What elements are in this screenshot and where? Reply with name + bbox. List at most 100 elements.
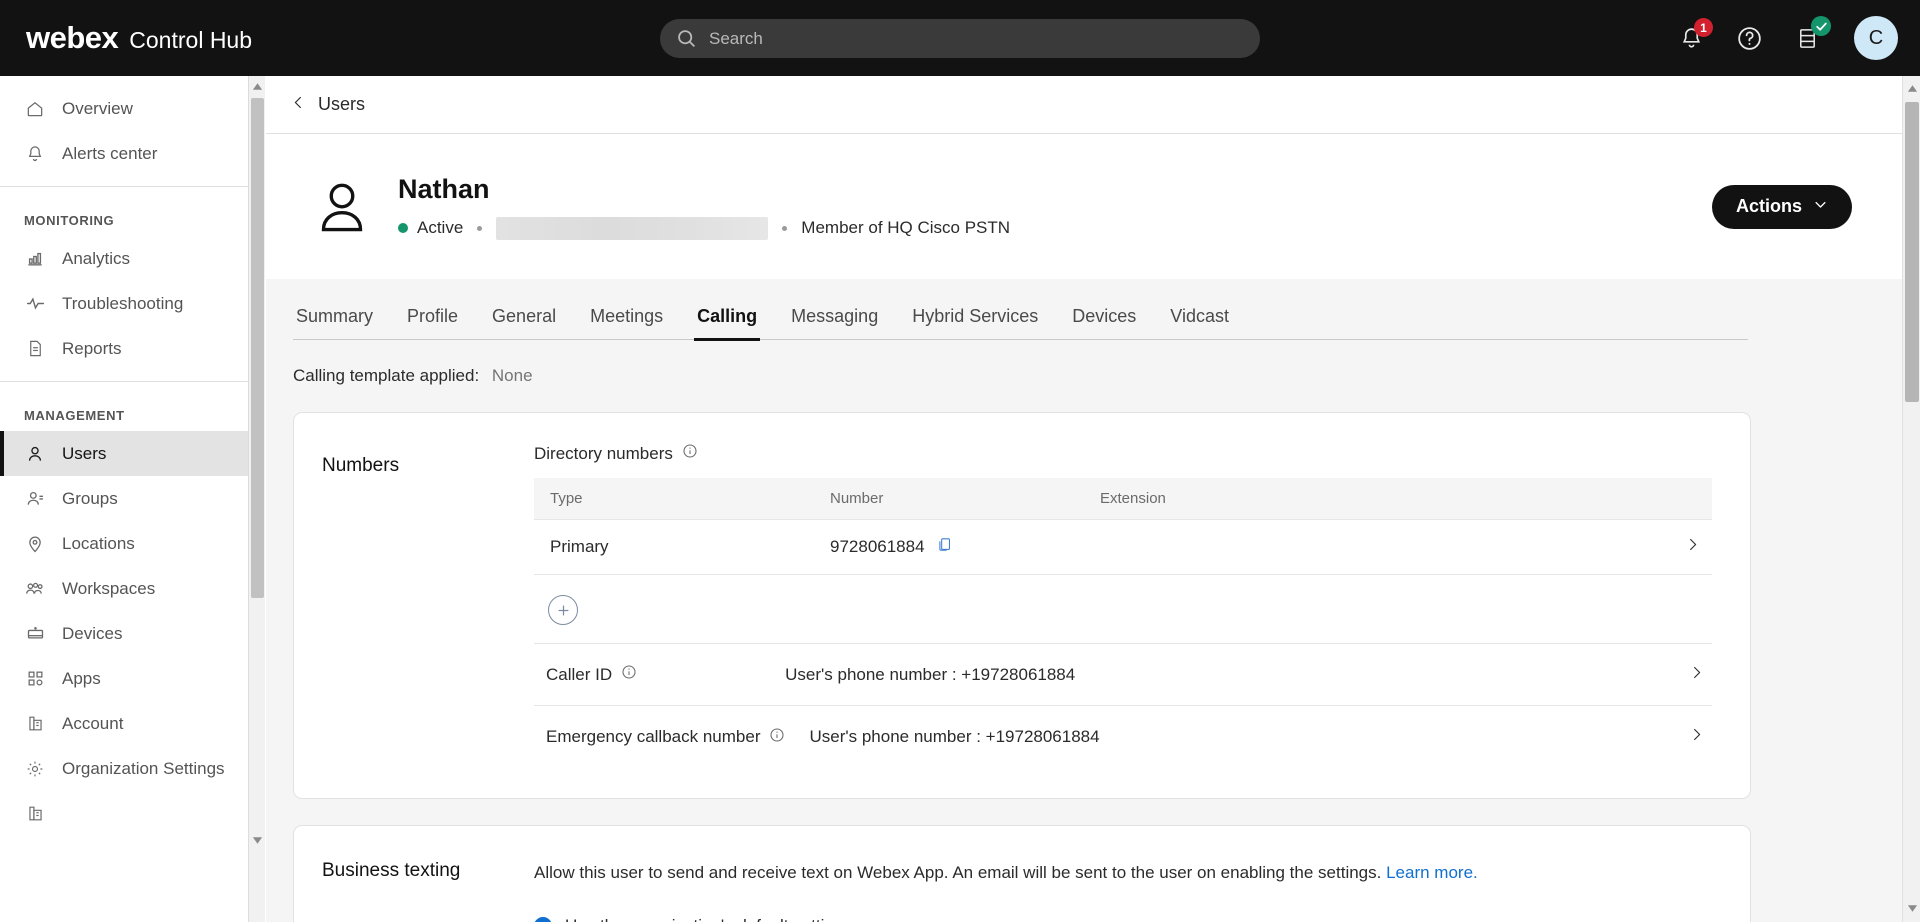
sidebar-item-label: Locations bbox=[62, 533, 135, 553]
actions-button[interactable]: Actions bbox=[1711, 184, 1852, 229]
status-dot-icon bbox=[398, 223, 408, 233]
building-partial-icon bbox=[24, 803, 46, 825]
top-bar-actions: 1 C bbox=[1674, 0, 1898, 76]
info-icon[interactable] bbox=[621, 664, 637, 685]
building-icon bbox=[24, 713, 46, 735]
sidebar-item-users[interactable]: Users bbox=[0, 431, 248, 476]
sidebar-item-label: Overview bbox=[62, 98, 133, 118]
tab-meetings[interactable]: Meetings bbox=[587, 306, 666, 339]
user-identity: Nathan Active Member of HQ Cisco PSTN bbox=[398, 174, 1010, 240]
tab-calling[interactable]: Calling bbox=[694, 306, 761, 341]
notification-badge: 1 bbox=[1694, 18, 1713, 37]
learn-more-link[interactable]: Learn more. bbox=[1386, 863, 1478, 882]
tab-devices[interactable]: Devices bbox=[1069, 306, 1139, 339]
table-header: Type Number Extension bbox=[534, 478, 1712, 520]
main-scroll-down-icon[interactable] bbox=[1903, 898, 1920, 918]
sidebar-item-devices[interactable]: Devices bbox=[0, 611, 248, 656]
tasks-complete-badge bbox=[1811, 16, 1831, 36]
caller-id-value: User's phone number : +19728061884 bbox=[785, 664, 1076, 684]
breadcrumb-label: Users bbox=[318, 94, 366, 114]
caller-id-chevron[interactable] bbox=[1689, 665, 1712, 685]
info-icon[interactable] bbox=[682, 443, 698, 464]
sidebar-item-apps[interactable]: Apps bbox=[0, 656, 248, 701]
sidebar-item-organization-settings[interactable]: Organization Settings bbox=[0, 746, 248, 791]
business-texting-option-label: Use the organization's default setting bbox=[565, 916, 843, 922]
avatar[interactable]: C bbox=[1854, 16, 1898, 60]
gear-icon bbox=[24, 758, 46, 780]
main-scrollbar[interactable] bbox=[1902, 76, 1920, 922]
sidebar-item-troubleshooting[interactable]: Troubleshooting bbox=[0, 281, 248, 326]
sidebar-group-top: Overview Alerts center bbox=[0, 76, 248, 186]
caller-id-label: Caller ID bbox=[546, 664, 613, 684]
tab-summary[interactable]: Summary bbox=[293, 306, 376, 339]
caller-id-row[interactable]: Caller ID User's phone number : +1972806… bbox=[534, 644, 1712, 706]
tab-general[interactable]: General bbox=[489, 306, 559, 339]
sidebar-item-label: Workspaces bbox=[62, 578, 156, 598]
caller-id-label-group: Caller ID bbox=[546, 664, 637, 685]
map-pin-icon bbox=[24, 533, 46, 555]
tab-vidcast[interactable]: Vidcast bbox=[1167, 306, 1232, 339]
user-avatar-large bbox=[312, 177, 372, 237]
sidebar-scroll-thumb[interactable] bbox=[251, 98, 264, 598]
brand-webex-text: webex bbox=[26, 20, 119, 55]
brand-logo[interactable]: webex Control Hub bbox=[26, 20, 252, 56]
table-row[interactable]: Primary 9728061884 bbox=[534, 519, 1712, 575]
device-icon bbox=[24, 623, 46, 645]
sidebar-item-label: Groups bbox=[62, 488, 118, 508]
breadcrumb-back-users[interactable]: Users bbox=[291, 94, 365, 115]
emergency-callback-row[interactable]: Emergency callback number User's phone n… bbox=[534, 706, 1712, 768]
copy-icon[interactable] bbox=[936, 536, 953, 558]
user-status-line: Active Member of HQ Cisco PSTN bbox=[398, 216, 1010, 240]
sidebar-group-monitoring: MONITORING Analytics Troubleshooting Rep… bbox=[0, 187, 248, 381]
row-chevron[interactable] bbox=[1669, 519, 1712, 575]
actions-button-label: Actions bbox=[1735, 196, 1802, 216]
sidebar-item-analytics[interactable]: Analytics bbox=[0, 236, 248, 281]
sidebar-item-locations[interactable]: Locations bbox=[0, 521, 248, 566]
help-button[interactable] bbox=[1732, 21, 1766, 55]
sidebar-item-groups[interactable]: Groups bbox=[0, 476, 248, 521]
main-scroll-thumb[interactable] bbox=[1905, 102, 1919, 402]
status-badge: Active bbox=[417, 218, 464, 237]
main-scroll-up-icon[interactable] bbox=[1903, 78, 1920, 98]
sidebar-item-label: Organization Settings bbox=[62, 758, 225, 778]
top-bar: webex Control Hub 1 bbox=[0, 0, 1920, 76]
tab-profile[interactable]: Profile bbox=[404, 306, 461, 339]
sidebar-scroll-down-icon[interactable] bbox=[249, 830, 266, 850]
sidebar-item-label: Reports bbox=[62, 338, 122, 358]
user-icon bbox=[24, 443, 46, 465]
tasks-button[interactable] bbox=[1790, 16, 1831, 55]
radio-selected-icon[interactable] bbox=[534, 916, 552, 922]
numbers-card: Numbers Directory numbers Type Number Ex… bbox=[293, 412, 1751, 799]
sidebar-item-account[interactable]: Account bbox=[0, 701, 248, 746]
sidebar-item-label: Users bbox=[62, 443, 107, 463]
business-texting-description: Allow this user to send and receive text… bbox=[534, 860, 1712, 886]
main-content: Users Nathan Active Member of HQ Cisco P… bbox=[266, 76, 1902, 922]
sidebar-scrollbar[interactable] bbox=[248, 76, 265, 922]
sidebar-item-workspaces[interactable]: Workspaces bbox=[0, 566, 248, 611]
notifications-button[interactable]: 1 bbox=[1674, 18, 1713, 55]
directory-numbers-title: Directory numbers bbox=[534, 443, 1712, 464]
sidebar-item-label: Account bbox=[62, 713, 124, 733]
sidebar-item-overview[interactable]: Overview bbox=[0, 86, 248, 131]
breadcrumb: Users bbox=[266, 76, 1902, 134]
search-input[interactable] bbox=[709, 23, 1229, 54]
plus-circle-icon[interactable] bbox=[548, 595, 578, 625]
sidebar-item-alerts-center[interactable]: Alerts center bbox=[0, 131, 248, 176]
sidebar-item-reports[interactable]: Reports bbox=[0, 326, 248, 371]
apps-grid-icon bbox=[24, 668, 46, 690]
sidebar-scroll-up-icon[interactable] bbox=[249, 76, 266, 96]
document-icon bbox=[24, 338, 46, 360]
tab-messaging[interactable]: Messaging bbox=[788, 306, 881, 339]
info-icon[interactable] bbox=[769, 727, 785, 748]
emergency-callback-value: User's phone number : +19728061884 bbox=[809, 727, 1100, 746]
business-texting-body: Allow this user to send and receive text… bbox=[534, 860, 1750, 922]
sidebar-item-partial[interactable] bbox=[0, 791, 248, 836]
calling-template-line: Calling template applied: None bbox=[293, 366, 1902, 386]
business-texting-description-text: Allow this user to send and receive text… bbox=[534, 863, 1382, 882]
users-group-icon bbox=[24, 488, 46, 510]
sidebar-section-management: MANAGEMENT bbox=[24, 408, 125, 423]
emergency-callback-chevron[interactable] bbox=[1689, 727, 1712, 747]
tab-hybrid-services[interactable]: Hybrid Services bbox=[909, 306, 1041, 339]
business-texting-option-default[interactable]: Use the organization's default setting bbox=[534, 916, 1712, 922]
global-search[interactable] bbox=[660, 19, 1260, 58]
